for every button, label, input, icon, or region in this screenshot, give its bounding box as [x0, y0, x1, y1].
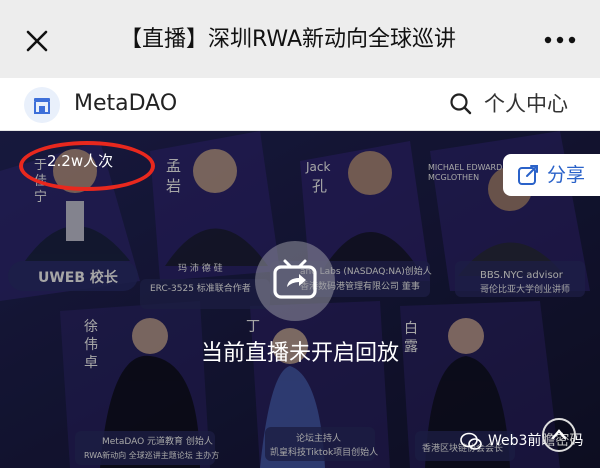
share-button[interactable]: 分享 — [503, 154, 600, 196]
more-dots-icon[interactable] — [540, 30, 580, 50]
personal-center-link[interactable]: 个人中心 — [484, 89, 568, 119]
share-label: 分享 — [547, 164, 586, 186]
scroll-top-button[interactable] — [542, 418, 576, 452]
share-icon — [518, 165, 538, 185]
close-icon[interactable] — [22, 26, 52, 56]
brand-name[interactable]: MetaDAO — [74, 89, 177, 119]
live-tv-icon[interactable] — [255, 241, 335, 321]
replay-status-text: 当前直播未开启回放 — [200, 341, 399, 366]
page-title: 【直播】深圳RWA新动向全球巡讲 — [120, 27, 456, 52]
top-bar: 【直播】深圳RWA新动向全球巡讲 — [0, 0, 600, 78]
wechat-icon — [460, 432, 482, 450]
site-header: MetaDAO 个人中心 — [0, 78, 600, 131]
viewer-count: 2.2w人次 — [47, 152, 114, 170]
chevron-up-icon — [551, 429, 567, 440]
store-logo-icon[interactable] — [24, 87, 60, 123]
search-icon[interactable] — [448, 91, 474, 117]
